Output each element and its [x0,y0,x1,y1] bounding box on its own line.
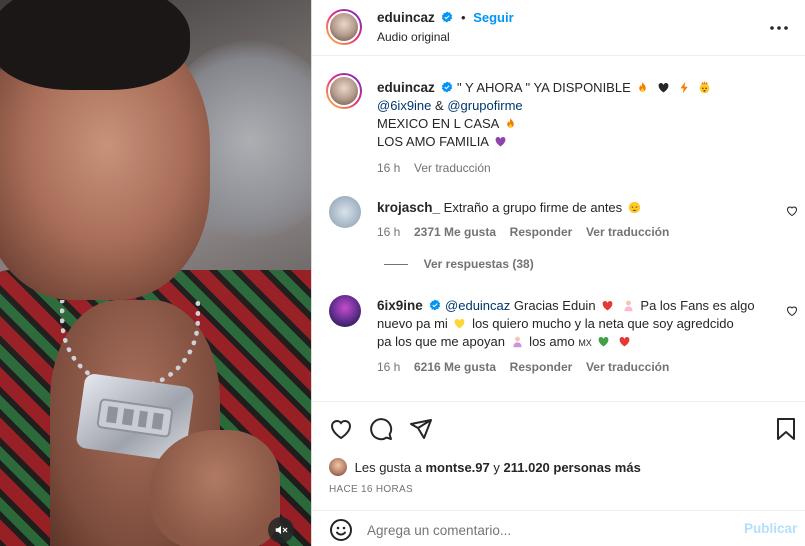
likes-middle: y [489,460,504,475]
comments-list[interactable]: eduincaz " Y AHORA " YA DISPONIBLE @6ix9… [312,57,805,400]
post-timestamp[interactable]: HACE 16 HORAS [329,484,413,495]
comment-username[interactable]: krojasch_ [377,200,440,215]
caption-body: eduincaz " Y AHORA " YA DISPONIBLE @6ix9… [377,79,797,177]
likes-count[interactable]: 211.020 personas más [504,460,641,475]
replies-divider [384,264,408,266]
emoji-picker-button[interactable] [328,517,354,543]
comment-text: Gracias Eduin [510,298,596,313]
verified-badge-icon [442,81,453,93]
see-translation-link[interactable]: Ver traducción [586,225,669,239]
comment-text: los quiero mucho y la neta que soy agred… [468,316,734,331]
pensive-face-emoji-icon [628,201,640,214]
caption-time: 16 h [377,161,401,175]
comment-time: 16 h [377,360,401,374]
mention-link[interactable]: @eduincaz [445,298,510,313]
comment-input[interactable] [367,520,727,540]
like-comment-heart-icon[interactable] [786,305,798,317]
comment-text: nuevo pa mi [377,316,448,331]
bookmark-icon [777,418,795,440]
header-separator: • [461,10,466,25]
comment-body: 6ix9ine @eduincaz Gracias Eduin Pa los F… [377,297,777,376]
liker-avatar[interactable] [329,458,347,476]
post-side-panel: eduincaz • Seguir Audio original eduinca… [311,0,805,546]
like-comment-heart-icon[interactable] [786,205,798,217]
caption-amp: & [431,98,448,113]
pendant-graphic [96,398,174,437]
red-heart-emoji-icon [602,300,613,311]
more-horizontal-icon [770,26,788,30]
speaker-muted-icon [275,525,288,535]
comment-time: 16 h [377,225,401,239]
likes-row: Les gusta a montse.97 y 211.020 personas… [329,458,641,476]
comment-text: Extraño a grupo firme de antes [443,200,623,215]
view-replies-row[interactable]: Ver respuestas (38) [384,256,534,271]
person-emoji-icon [513,336,522,348]
green-heart-emoji-icon [599,336,609,347]
header-username[interactable]: eduincaz [377,10,435,25]
fire-emoji-icon [639,81,647,92]
add-comment-bar: Publicar [312,510,805,546]
more-options-button[interactable] [767,16,791,40]
fire-emoji-icon [507,117,514,128]
black-heart-emoji-icon [658,82,669,93]
smiley-icon [330,519,352,541]
person-emoji-icon [624,300,633,312]
mention-link[interactable]: @6ix9ine [377,98,431,113]
media-hair [0,0,190,90]
post-header: eduincaz • Seguir Audio original [312,0,805,56]
comment-avatar[interactable] [329,196,361,228]
exploding-head-emoji-icon [699,81,710,94]
comment-text: pa los que me apoyan [377,334,505,349]
save-button[interactable] [772,415,800,443]
see-translation-link[interactable]: Ver traducción [586,360,669,374]
caption-avatar[interactable] [326,73,362,109]
share-button[interactable] [407,415,435,443]
yellow-heart-emoji-icon [455,318,465,329]
comment-bubble-icon [370,418,393,441]
mention-link[interactable]: @grupofirme [447,98,522,113]
follow-button[interactable]: Seguir [473,10,513,25]
audio-label[interactable]: Audio original [377,30,450,44]
comment-text: los amo [525,334,579,349]
header-avatar[interactable] [326,9,362,45]
likes-prefix: Les gusta a [354,460,426,475]
red-heart-emoji-icon [619,336,630,347]
avatar-image [328,75,360,107]
post-comment-button[interactable]: Publicar [744,521,797,536]
verified-badge-icon [442,11,453,23]
mute-button[interactable] [268,517,294,543]
reply-button[interactable]: Responder [510,225,573,239]
comment-username[interactable]: 6ix9ine [377,298,423,313]
post-actions-section: Les gusta a montse.97 y 211.020 personas… [312,401,805,546]
verified-badge-icon [430,299,441,311]
like-button[interactable] [327,415,355,443]
comment-likes[interactable]: 2371 Me gusta [414,225,496,239]
media-hand [150,430,280,546]
lightning-emoji-icon [680,81,688,94]
caption-line1: " Y AHORA " YA DISPONIBLE [457,80,631,95]
comment-text: Pa los Fans es algo [636,298,755,313]
comment-button[interactable] [367,415,395,443]
caption-username[interactable]: eduincaz [377,80,435,95]
comment-likes[interactable]: 6216 Me gusta [414,360,496,374]
comment-text: MX [578,338,592,348]
liker-username[interactable]: montse.97 [425,460,489,475]
heart-icon [330,420,352,440]
reply-button[interactable]: Responder [510,360,573,374]
send-paper-plane-icon [410,419,432,439]
caption-line3: MEXICO EN L CASA [377,116,499,131]
see-translation-link[interactable]: Ver traducción [414,161,491,175]
comment-body: krojasch_ Extraño a grupo firme de antes… [377,199,777,241]
comment-avatar[interactable] [329,295,361,327]
caption-line4: LOS AMO FAMILIA [377,134,489,149]
view-replies-button[interactable]: Ver respuestas (38) [424,257,534,271]
avatar-image [328,11,360,43]
purple-heart-emoji-icon [495,136,506,147]
post-media[interactable] [0,0,311,546]
